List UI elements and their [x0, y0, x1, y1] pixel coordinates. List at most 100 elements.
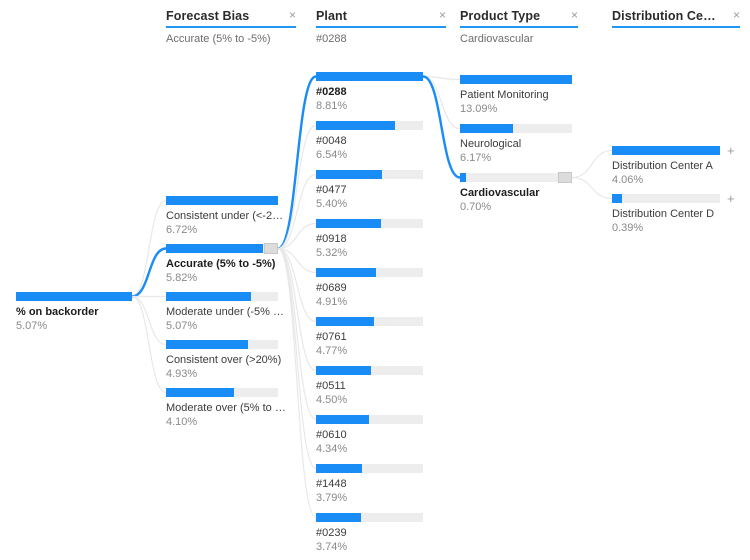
node-value: 4.91% — [316, 296, 348, 308]
node-plant-0[interactable]: #0288 8.81% — [316, 72, 423, 113]
node-label: Neurological — [460, 138, 522, 150]
close-icon[interactable]: × — [565, 9, 578, 22]
value-bar[interactable] — [166, 340, 278, 349]
value-bar[interactable] — [612, 146, 720, 155]
value-bar[interactable] — [316, 121, 423, 130]
value-bar[interactable] — [316, 415, 423, 424]
node-value: 8.81% — [316, 100, 348, 112]
node-label: Moderate under (-5% … — [166, 306, 284, 318]
value-bar-fill — [166, 244, 263, 253]
node-plant-9[interactable]: #0239 3.74% — [316, 513, 423, 554]
node-forecast-bias-2[interactable]: Moderate under (-5% … 5.07% — [166, 292, 284, 333]
node-label: Patient Monitoring — [460, 89, 549, 101]
node-forecast-bias-3[interactable]: Consistent over (>20%) 4.93% — [166, 340, 281, 381]
value-bar[interactable] — [316, 317, 423, 326]
node-plant-5[interactable]: #0761 4.77% — [316, 317, 423, 358]
selection-handle[interactable] — [264, 243, 278, 254]
ribbon-root-to-forecast-0 — [131, 199, 167, 298]
node-plant-4[interactable]: #0689 4.91% — [316, 268, 423, 309]
node-product-type-0[interactable]: Patient Monitoring 13.09% — [460, 75, 572, 116]
column-title: Forecast Bias — [166, 9, 250, 23]
value-bar-fill — [166, 196, 278, 205]
value-bar[interactable] — [460, 75, 572, 84]
value-bar-fill — [166, 388, 235, 397]
close-icon[interactable]: × — [727, 9, 740, 22]
node-label: #0761 — [316, 331, 347, 343]
value-bar[interactable] — [316, 72, 423, 81]
value-bar-fill — [316, 170, 382, 179]
value-bar[interactable] — [316, 219, 423, 228]
node-value: 0.70% — [460, 201, 492, 213]
node-plant-1[interactable]: #0048 6.54% — [316, 121, 423, 162]
value-bar[interactable] — [316, 513, 423, 522]
node-label: Consistent under (<-2… — [166, 210, 284, 222]
close-icon[interactable]: × — [433, 9, 446, 22]
column-header-forecast-bias[interactable]: Forecast Bias × Accurate (5% to -5%) — [166, 9, 296, 45]
column-header-distribution-center[interactable]: Distribution Cent… × — [612, 9, 740, 33]
node-value: 5.07% — [16, 320, 48, 332]
expand-plus-icon[interactable]: + — [727, 192, 735, 205]
node-plant-6[interactable]: #0511 4.50% — [316, 366, 423, 407]
value-bar[interactable] — [166, 292, 278, 301]
node-product-type-1[interactable]: Neurological 6.17% — [460, 124, 572, 165]
decomposition-tree-canvas: Forecast Bias × Accurate (5% to -5%) Pla… — [0, 0, 750, 560]
node-value: 5.32% — [316, 247, 348, 259]
value-bar[interactable] — [316, 366, 423, 375]
value-bar[interactable] — [16, 292, 132, 301]
node-value: 6.72% — [166, 224, 198, 236]
value-bar-fill — [166, 292, 251, 301]
node-label: #0477 — [316, 184, 347, 196]
column-header-plant[interactable]: Plant × #0288 — [316, 9, 446, 45]
close-icon[interactable]: × — [283, 9, 296, 22]
value-bar-fill — [316, 268, 376, 277]
node-value: 4.06% — [612, 174, 644, 186]
node-label: #1448 — [316, 478, 347, 490]
node-root-0[interactable]: % on backorder 5.07% — [16, 292, 132, 333]
value-bar-fill — [460, 75, 572, 84]
node-value: 5.40% — [316, 198, 348, 210]
node-value: 6.54% — [316, 149, 348, 161]
node-distribution-center-0[interactable]: + Distribution Center A 4.06% — [612, 144, 735, 187]
node-value: 0.39% — [612, 222, 644, 234]
node-label: % on backorder — [16, 306, 99, 318]
value-bar[interactable] — [316, 170, 423, 179]
value-bar-fill — [16, 292, 132, 301]
node-value: 5.07% — [166, 320, 198, 332]
column-header-product-type[interactable]: Product Type × Cardiovascular — [460, 9, 578, 45]
node-label: #0288 — [316, 86, 347, 98]
value-bar-fill — [316, 219, 381, 228]
ribbon-root-to-forecast-3 — [131, 295, 167, 346]
value-bar[interactable] — [166, 196, 278, 205]
node-forecast-bias-4[interactable]: Moderate over (5% to … 4.10% — [166, 388, 286, 429]
node-plant-3[interactable]: #0918 5.32% — [316, 219, 423, 260]
value-bar-fill — [460, 173, 466, 182]
value-bar[interactable] — [460, 124, 572, 133]
expand-plus-icon[interactable]: + — [727, 144, 735, 157]
value-bar[interactable] — [316, 464, 423, 473]
value-bar[interactable] — [166, 243, 278, 254]
node-plant-7[interactable]: #0610 4.34% — [316, 415, 423, 456]
ribbon-plant-to-product-1 — [422, 75, 461, 130]
value-bar[interactable] — [460, 172, 572, 183]
node-plant-8[interactable]: #1448 3.79% — [316, 464, 423, 505]
node-forecast-bias-0[interactable]: Consistent under (<-2… 6.72% — [166, 196, 283, 237]
node-label: Accurate (5% to -5%) — [166, 258, 276, 270]
ribbon-forecast-to-plant-9 — [277, 247, 317, 519]
node-forecast-bias-1[interactable]: Accurate (5% to -5%) 5.82% — [166, 243, 278, 285]
value-bar[interactable] — [166, 388, 278, 397]
value-bar-fill — [166, 340, 249, 349]
column-selected-value: #0288 — [316, 33, 347, 45]
node-plant-2[interactable]: #0477 5.40% — [316, 170, 423, 211]
value-bar[interactable] — [316, 268, 423, 277]
node-label: Moderate over (5% to … — [166, 402, 286, 414]
value-bar-track — [612, 194, 720, 203]
node-product-type-2[interactable]: Cardiovascular 0.70% — [460, 172, 572, 214]
node-label: #0918 — [316, 233, 347, 245]
node-distribution-center-1[interactable]: + Distribution Center D 0.39% — [612, 192, 735, 235]
node-value: 3.74% — [316, 541, 348, 553]
selection-handle[interactable] — [558, 172, 572, 183]
node-value: 4.93% — [166, 368, 198, 380]
value-bar[interactable] — [612, 194, 720, 203]
column-title: Product Type — [460, 9, 541, 23]
ribbon-product-to-distcenter-0 — [571, 149, 613, 179]
